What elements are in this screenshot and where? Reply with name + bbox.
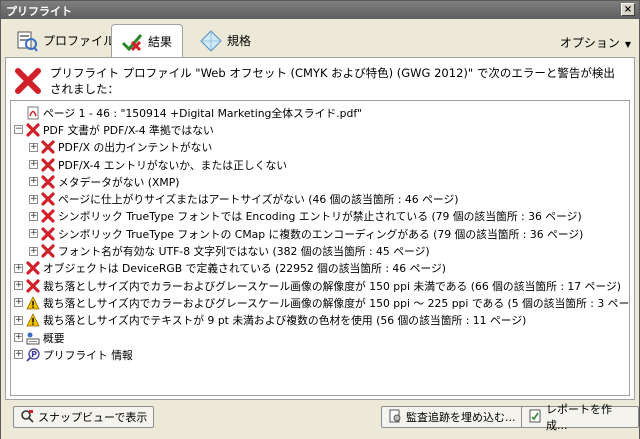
- embed-audit-trail-label: 監査追跡を埋め込む...: [406, 411, 516, 424]
- tree-row[interactable]: + ページに仕上がりサイズまたはアートサイズがない (46 個の該当箇所 : 46…: [11, 190, 629, 207]
- tree-row-label: シンボリック TrueType フォントでは Encoding エントリが禁止さ…: [58, 210, 582, 224]
- error-x-icon: [41, 192, 55, 206]
- title-bar[interactable]: プリフライト ×: [1, 1, 639, 19]
- pdf-page-icon: [26, 106, 40, 120]
- create-report-button[interactable]: レポートを作成...: [521, 403, 639, 432]
- error-x-icon: [41, 175, 55, 189]
- tab-bar: プロファイル 結果 規格 オプション ▼: [1, 20, 639, 58]
- tree-row[interactable]: − PDF 文書が PDF/X-4 準拠ではない: [11, 121, 629, 138]
- tree-row[interactable]: + シンボリック TrueType フォントでは Encoding エントリが禁止…: [11, 208, 629, 225]
- results-panel: プリフライト プロファイル "Web オフセット (CMYK および特色) (G…: [5, 57, 635, 400]
- tree-row-label: ページに仕上がりサイズまたはアートサイズがない (46 個の該当箇所 : 46 …: [58, 193, 459, 207]
- snap-view-icon: [20, 409, 34, 426]
- expand-toggle[interactable]: +: [29, 229, 38, 239]
- tree-row[interactable]: + シンボリック TrueType フォントの CMap に複数のエンコーディング…: [11, 225, 629, 242]
- expand-toggle[interactable]: +: [14, 281, 23, 291]
- tree-row[interactable]: + 裁ち落としサイズ内でカラーおよびグレースケール画像の解像度が 150 ppi …: [11, 294, 629, 311]
- error-x-icon: [26, 279, 40, 293]
- tree-row-label: PDF/X-4 エントリがないか、または正しくない: [58, 158, 288, 172]
- tree-row[interactable]: + 裁ち落としサイズ内でカラーおよびグレースケール画像の解像度が 150 ppi …: [11, 277, 629, 294]
- embed-audit-trail-button[interactable]: 監査追跡を埋め込む...: [381, 406, 523, 428]
- tree-row-label: PDF/X の出力インテントがない: [58, 141, 213, 155]
- bottom-bar: スナップビューで表示 監査追跡を埋め込む... レポートを作成...: [1, 401, 639, 439]
- error-x-icon: [26, 261, 40, 275]
- chevron-down-icon: ▼: [624, 40, 631, 49]
- tree-row[interactable]: ページ 1 - 46 : "150914 +Digital Marketing全…: [11, 104, 629, 121]
- summary-header: プリフライト プロファイル "Web オフセット (CMYK および特色) (G…: [14, 66, 626, 96]
- error-x-icon: [41, 227, 55, 241]
- error-x-icon: [41, 209, 55, 224]
- svg-text:P: P: [31, 350, 37, 359]
- tree-row-label: PDF 文書が PDF/X-4 準拠ではない: [43, 123, 214, 137]
- tree-row[interactable]: + フォント名が有効な UTF-8 文字列ではない (382 個の該当箇所 : 4…: [11, 242, 629, 259]
- expand-toggle[interactable]: +: [29, 246, 38, 256]
- tree-row-label: メタデータがない (XMP): [58, 175, 180, 189]
- tree-row[interactable]: + 裁ち落としサイズ内でテキストが 9 pt 未満および複数の色材を使用 (56 …: [11, 312, 629, 329]
- tab-label: 結果: [148, 35, 173, 49]
- tree-row-label: ページ 1 - 46 : "150914 +Digital Marketing全…: [43, 106, 363, 120]
- tree-row-label: 裁ち落としサイズ内でテキストが 9 pt 未満および複数の色材を使用 (56 個…: [43, 314, 527, 328]
- preflight-window: プリフライト × プロファイル 結果 規格 オプション ▼ プリフライト プロフ…: [0, 0, 640, 439]
- snap-view-label: スナップビューで表示: [38, 411, 148, 424]
- tree-row-label: 裁ち落としサイズ内でカラーおよびグレースケール画像の解像度が 150 ppi ～…: [43, 296, 630, 310]
- results-check-icon: [120, 30, 144, 54]
- warning-triangle-icon: [26, 296, 40, 310]
- tree-row[interactable]: + PDF/X の出力インテントがない: [11, 139, 629, 156]
- overview-icon: [26, 331, 40, 345]
- error-x-icon: [41, 157, 55, 172]
- expand-toggle[interactable]: +: [29, 160, 38, 170]
- expand-toggle[interactable]: +: [29, 142, 38, 152]
- standards-diamond-icon: [199, 29, 223, 53]
- tree-row-label: 概要: [43, 331, 65, 345]
- report-icon: [528, 409, 542, 426]
- error-x-icon: [41, 244, 55, 258]
- tab-label: プロファイル: [43, 34, 116, 48]
- tab-profiles[interactable]: プロファイル: [7, 24, 123, 57]
- expand-toggle[interactable]: +: [29, 194, 38, 204]
- snap-view-button[interactable]: スナップビューで表示: [13, 406, 155, 428]
- tree-row-label: プリフライト 情報: [43, 348, 133, 362]
- error-x-icon: [26, 123, 40, 137]
- warning-triangle-icon: [26, 313, 40, 327]
- error-x-icon: [41, 140, 55, 154]
- expand-toggle[interactable]: +: [14, 333, 23, 342]
- preflight-info-icon: P: [26, 348, 40, 362]
- window-title: プリフライト: [6, 5, 72, 18]
- expand-toggle[interactable]: +: [14, 315, 23, 325]
- tree-row[interactable]: + オブジェクトは DeviceRGB で定義されている (22952 個の該当箇…: [11, 260, 629, 277]
- tree-row[interactable]: + PDF/X-4 エントリがないか、または正しくない: [11, 156, 629, 173]
- tab-standards[interactable]: 規格: [191, 24, 259, 57]
- expand-toggle[interactable]: +: [14, 263, 23, 273]
- audit-trail-icon: [388, 409, 402, 426]
- tab-label: 規格: [227, 34, 252, 48]
- options-label: オプション: [559, 36, 620, 50]
- tree-row[interactable]: + 概要: [11, 329, 629, 346]
- expand-toggle[interactable]: +: [14, 350, 23, 360]
- expand-toggle[interactable]: +: [29, 211, 38, 221]
- tree-row-label: フォント名が有効な UTF-8 文字列ではない (382 個の該当箇所 : 45…: [58, 245, 430, 259]
- expand-toggle[interactable]: +: [29, 177, 38, 187]
- tree-row[interactable]: + P プリフライト 情報: [11, 346, 629, 363]
- tree-row-label: シンボリック TrueType フォントの CMap に複数のエンコーディングが…: [58, 227, 584, 241]
- options-menu[interactable]: オプション ▼: [560, 34, 631, 51]
- collapse-toggle[interactable]: −: [14, 125, 23, 135]
- summary-text: プリフライト プロファイル "Web オフセット (CMYK および特色) (G…: [50, 66, 615, 96]
- close-button[interactable]: ×: [621, 3, 635, 16]
- create-report-label: レポートを作成...: [546, 403, 612, 432]
- tree-row-label: 裁ち落としサイズ内でカラーおよびグレースケール画像の解像度が 150 ppi 未…: [43, 279, 621, 293]
- profile-icon: [15, 29, 39, 53]
- tree-row[interactable]: + メタデータがない (XMP): [11, 173, 629, 190]
- tab-results[interactable]: 結果: [111, 24, 183, 58]
- tree-row-label: オブジェクトは DeviceRGB で定義されている (22952 個の該当箇所…: [43, 262, 446, 276]
- error-x-icon: [14, 67, 42, 95]
- expand-toggle[interactable]: +: [14, 298, 23, 308]
- results-tree[interactable]: ページ 1 - 46 : "150914 +Digital Marketing全…: [10, 100, 630, 396]
